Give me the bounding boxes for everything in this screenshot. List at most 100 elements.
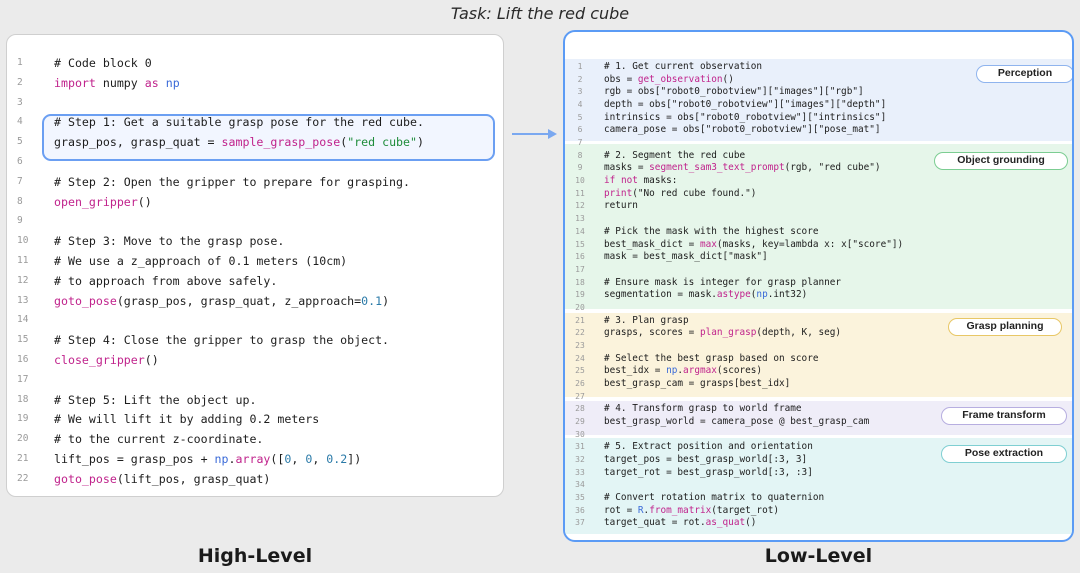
low_level-code-line: 4 depth = obs["robot0_robotview"]["images…	[565, 99, 1072, 112]
code-text: # We use a z_approach of 0.1 meters (10c…	[54, 251, 347, 271]
code-token: best_grasp_world = camera_pose @ best_gr…	[604, 416, 870, 428]
code-token: from_matrix	[649, 504, 712, 516]
code-text: # 2. Segment the red cube	[604, 150, 745, 163]
code-token: get_observation	[637, 73, 723, 85]
code-text: # Step 5: Lift the object up.	[54, 390, 256, 410]
code-token: # to the current z-coordinate.	[54, 432, 264, 447]
code-token: array	[235, 452, 271, 466]
line-number: 28	[575, 404, 585, 414]
code-token: # Step 3: Move to the grasp pose.	[54, 234, 285, 249]
code-text: target_rot = best_grasp_world[:3, :3]	[604, 467, 813, 480]
line-number: 8	[17, 195, 23, 207]
code-text: goto_pose(grasp_pos, grasp_quat, z_appro…	[54, 291, 389, 311]
code-token: lift_pos = grasp_pos +	[54, 452, 215, 466]
high_level-code-line: 9	[7, 211, 503, 231]
line-number: 15	[575, 239, 585, 249]
code-token: astype	[716, 289, 751, 301]
code-text: return	[604, 200, 638, 213]
line-number: 22	[575, 328, 585, 338]
low_level-code-line: 24 # Select the best grasp based on score	[565, 353, 1072, 366]
line-number: 6	[17, 156, 23, 167]
code-token: mask = best_mask_dict["mask"]	[604, 251, 768, 263]
task-title: Task: Lift the red cube	[450, 4, 630, 23]
code-token: (target_rot)	[711, 504, 780, 516]
code-token: .int32)	[767, 289, 808, 301]
code-token: max	[699, 238, 717, 250]
line-number: 34	[575, 480, 585, 490]
code-token: (scores)	[716, 365, 763, 377]
code-token: ()	[137, 194, 152, 209]
code-text: depth = obs["robot0_robotview"]["images"…	[604, 99, 886, 112]
code-token: (depth, K, seg)	[756, 327, 842, 339]
line-number: 18	[17, 393, 29, 405]
code-text: # Code block 0	[54, 53, 152, 73]
line-number: 37	[575, 518, 585, 528]
code-token: 0.1	[361, 293, 383, 308]
line-number: 8	[577, 150, 583, 160]
line-number: 9	[577, 163, 583, 173]
line-number: 16	[17, 354, 29, 365]
high_level-code-line: 4 # Step 1: Get a suitable grasp pose for…	[7, 112, 503, 132]
high_level-code-line: 10 # Step 3: Move to the grasp pose.	[7, 231, 503, 251]
line-number: 2	[17, 76, 23, 88]
line-number: 17	[17, 373, 29, 385]
code-token: obs =	[604, 73, 638, 85]
low-level-label: Low-Level	[764, 545, 873, 567]
line-number: 19	[17, 413, 29, 425]
code-text: # Step 4: Close the gripper to grasp the…	[54, 330, 389, 350]
high_level-code-line: 17	[7, 370, 503, 390]
high_level-code-line: 1 # Code block 0	[7, 53, 503, 73]
code-token: print	[604, 187, 633, 199]
low_level-code-line: 16 mask = best_mask_dict["mask"]	[565, 251, 1072, 264]
high_level-code-line: 18 # Step 5: Lift the object up.	[7, 390, 503, 410]
code-token: rgb = obs["robot0_robotview"]["images"][…	[604, 86, 864, 98]
high_level-code-line: 19 # We will lift it by adding 0.2 meters	[7, 409, 503, 429]
code-token: goto_pose	[54, 471, 117, 486]
code-text: # 3. Plan grasp	[604, 315, 689, 328]
code-token: # We will lift it by adding 0.2 meters	[54, 412, 320, 427]
code-token: if	[604, 175, 616, 187]
line-number: 11	[17, 255, 29, 266]
line-number: 7	[17, 175, 23, 187]
code-token: grasps, scores =	[604, 327, 700, 339]
code-token: )	[417, 135, 424, 150]
line-number: 20	[575, 302, 585, 312]
code-token: # Step 2: Open the gripper to prepare fo…	[54, 174, 410, 189]
code-token: ])	[347, 452, 362, 466]
high-level-code-panel: 1 # Code block 0 2 import numpy as np 3 4 # St…	[6, 34, 504, 497]
line-number: 3	[577, 87, 583, 97]
low_level-code-line: 19 segmentation = mask.astype(np.int32)	[565, 289, 1072, 302]
tag-perception: Perception	[976, 65, 1072, 83]
tag-grasp-planning: Grasp planning	[948, 318, 1062, 336]
code-text: best_mask_dict = max(masks, key=lambda x…	[604, 239, 903, 252]
code-token: plan_grasp	[699, 327, 757, 339]
code-token: ("No red cube found.")	[632, 187, 757, 199]
code-token: np	[756, 289, 768, 301]
line-number: 17	[575, 264, 585, 274]
low_level-code-line: 23	[565, 340, 1072, 353]
line-number: 5	[17, 136, 23, 148]
code-text: # 1. Get current observation	[604, 61, 762, 74]
code-token: ()	[144, 353, 159, 367]
code-text: # to the current z-coordinate.	[54, 429, 263, 449]
code-token: # We use a z_approach of 0.1 meters (10c…	[54, 254, 348, 268]
line-number: 12	[575, 201, 585, 211]
line-number: 13	[17, 294, 29, 306]
code-token: best_idx =	[604, 365, 667, 377]
line-number: 21	[17, 453, 29, 464]
line-number: 4	[577, 100, 583, 110]
code-text: grasp_pos, grasp_quat = sample_grasp_pos…	[54, 132, 424, 152]
code-text: obs = get_observation()	[604, 74, 734, 87]
code-text: best_grasp_cam = grasps[best_idx]	[604, 378, 790, 391]
code-token: not	[620, 175, 638, 187]
code-token: ,	[312, 452, 327, 466]
low_level-code-line: 14 # Pick the mask with the highest score	[565, 226, 1072, 239]
high_level-code-line: 5 grasp_pos, grasp_quat = sample_grasp_po…	[7, 132, 503, 152]
line-number: 18	[575, 277, 585, 287]
line-number: 22	[17, 472, 29, 484]
code-token: np	[214, 452, 229, 466]
line-number: 9	[17, 215, 23, 227]
code-token: argmax	[683, 365, 717, 377]
low_level-code-line: 35 # Convert rotation matrix to quaternio…	[565, 492, 1072, 505]
code-text: camera_pose = obs["robot0_robotview"]["p…	[604, 124, 881, 137]
